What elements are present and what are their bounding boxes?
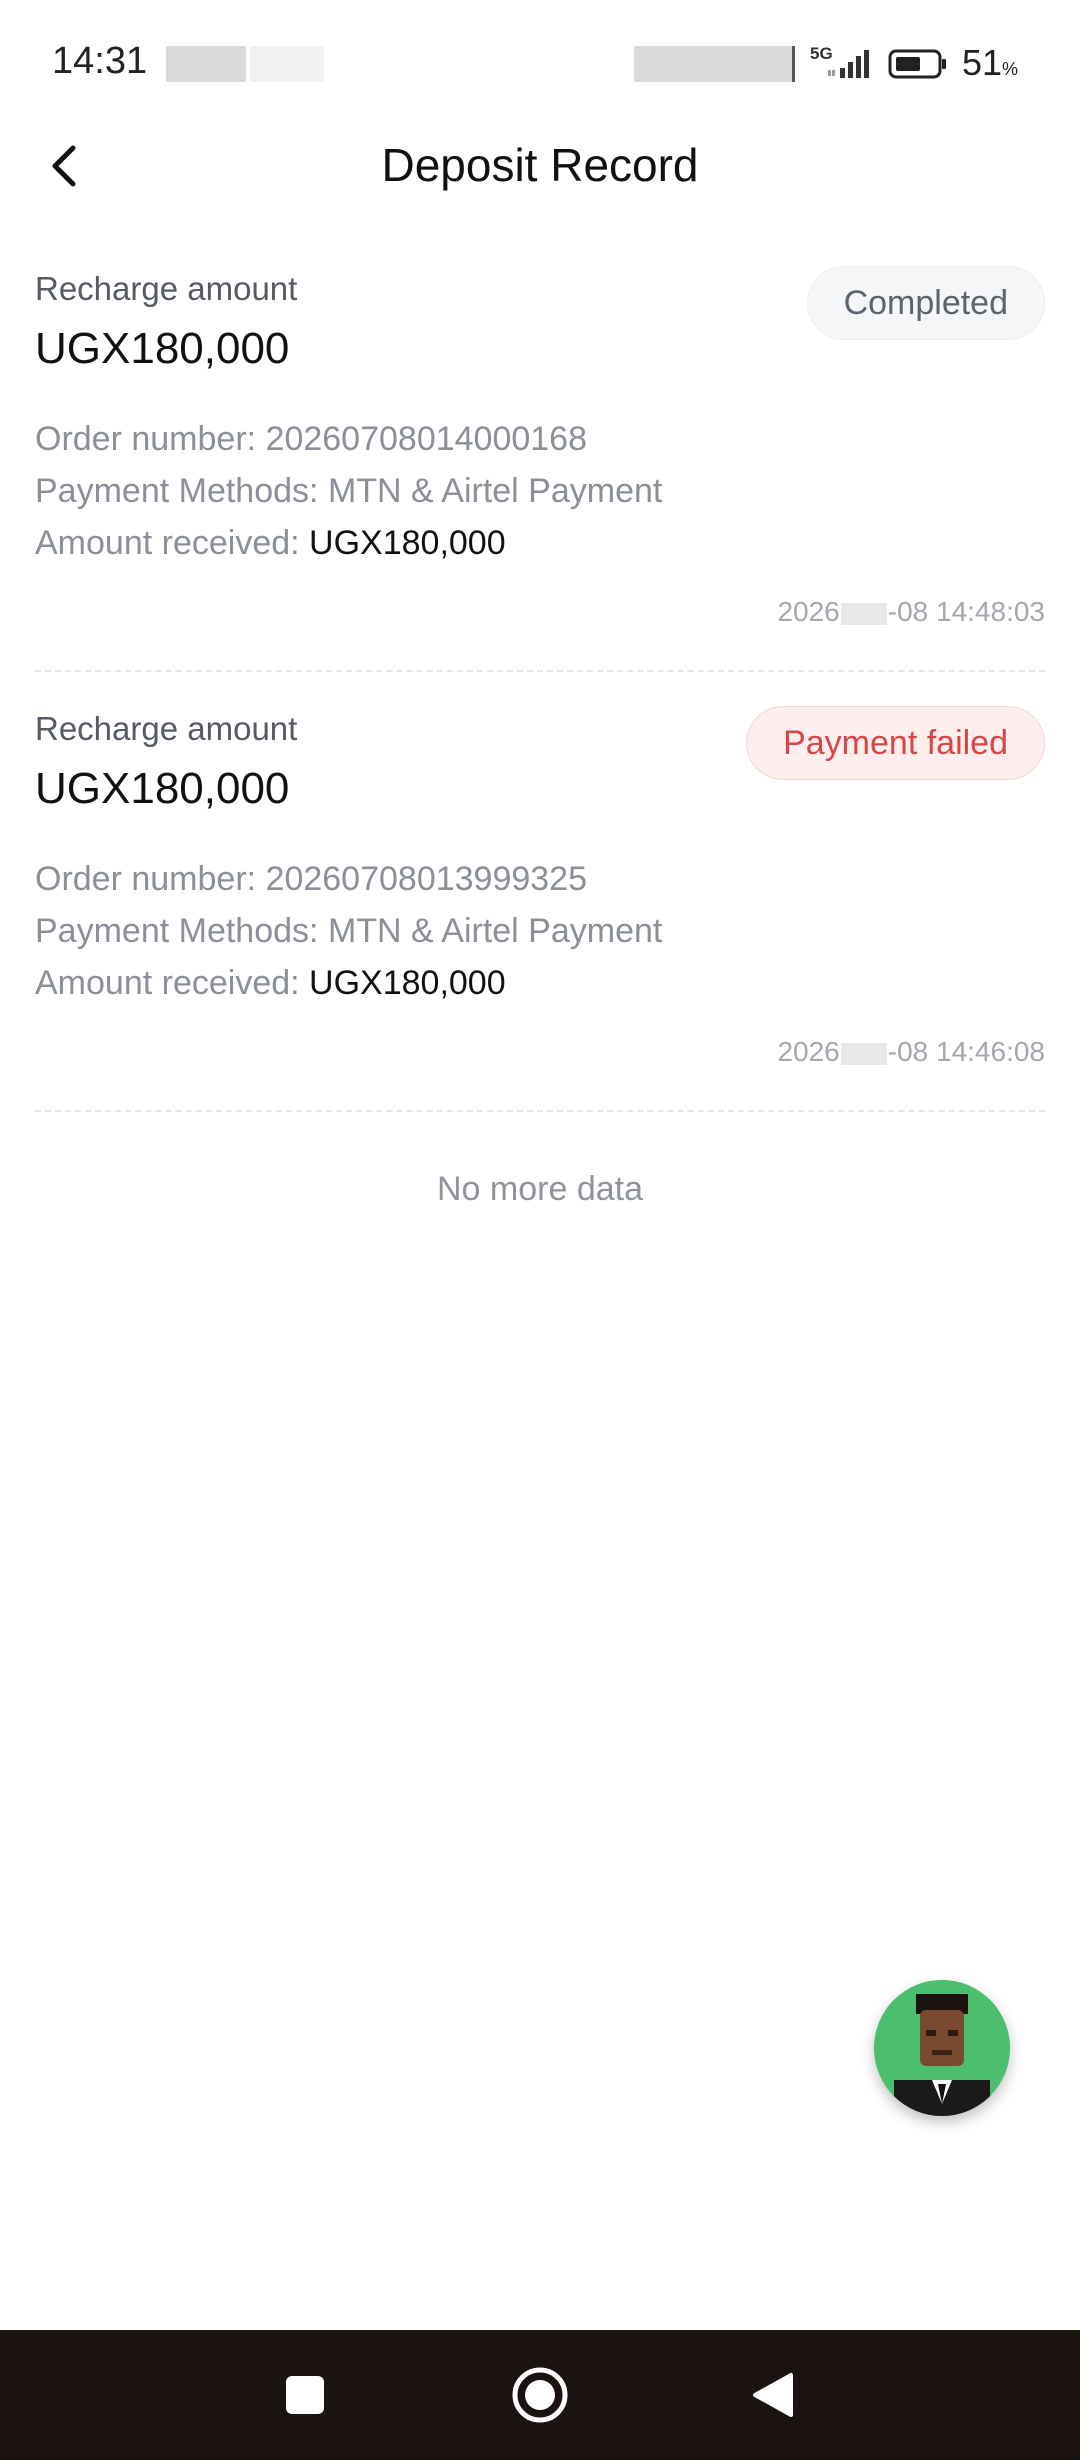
back-nav-button[interactable] — [738, 2360, 808, 2430]
order-number-label: Order number: — [35, 860, 257, 898]
home-button[interactable] — [505, 2360, 575, 2430]
recharge-amount-label: Recharge amount — [35, 270, 298, 307]
order-number-value: 20260708013999325 — [265, 860, 588, 898]
no-more-data-text: No more data — [437, 1170, 643, 1208]
record-divider — [35, 1110, 1045, 1112]
amount-received-label: Amount received: — [35, 524, 300, 562]
timestamp-year: 2026 — [777, 1036, 840, 1067]
amount-received-row: Amount received: UGX180,000 — [35, 524, 506, 563]
status-time: 14:31 — [52, 40, 148, 82]
timestamp-year: 2026 — [777, 596, 840, 627]
support-avatar-icon — [874, 1980, 1010, 2116]
redacted-area — [250, 46, 324, 82]
order-number-row: Order number: 20260708014000168 — [35, 420, 587, 459]
deposit-record[interactable]: Recharge amount UGX180,000 Payment faile… — [35, 706, 1045, 1070]
amount-received-label: Amount received: — [35, 964, 300, 1002]
amount-received-value: UGX180,000 — [309, 964, 506, 1002]
status-badge: Payment failed — [746, 706, 1045, 780]
page-title: Deposit Record — [381, 139, 699, 191]
recents-button[interactable] — [270, 2360, 340, 2430]
amount-received-row: Amount received: UGX180,000 — [35, 964, 506, 1003]
battery-percent: 51% — [962, 42, 1018, 84]
timestamp-rest: -08 14:48:03 — [887, 596, 1045, 627]
payment-method-label: Payment Methods: — [35, 472, 319, 510]
page-header: Deposit Record — [0, 120, 1080, 212]
recharge-amount-value: UGX180,000 — [35, 324, 290, 373]
status-separator — [792, 46, 795, 82]
record-timestamp: 2026 -08 14:48:03 — [777, 596, 1045, 628]
order-number-row: Order number: 20260708013999325 — [35, 860, 587, 899]
payment-method-row: Payment Methods: MTN & Airtel Payment — [35, 472, 662, 511]
status-bar: 14:31 5G 51% — [0, 0, 1080, 120]
order-number-label: Order number: — [35, 420, 257, 458]
system-nav-bar — [0, 2330, 1080, 2460]
redacted-area — [166, 46, 246, 82]
redacted-month — [840, 602, 887, 625]
redacted-area — [634, 46, 794, 82]
status-badge: Completed — [806, 266, 1045, 340]
battery-percent-unit: % — [1002, 59, 1019, 79]
signal-icon — [828, 50, 869, 78]
support-avatar-button[interactable] — [874, 1980, 1010, 2116]
battery-percent-value: 51 — [962, 42, 1003, 83]
deposit-record[interactable]: Recharge amount UGX180,000 Completed Ord… — [35, 266, 1045, 630]
record-timestamp: 2026 -08 14:46:08 — [777, 1036, 1045, 1068]
payment-method-value: MTN & Airtel Payment — [327, 472, 663, 510]
recharge-amount-value: UGX180,000 — [35, 764, 290, 813]
timestamp-rest: -08 14:46:08 — [887, 1036, 1045, 1067]
payment-method-row: Payment Methods: MTN & Airtel Payment — [35, 912, 662, 951]
recents-square-icon — [286, 2376, 324, 2414]
back-triangle-icon — [753, 2373, 793, 2417]
order-number-value: 20260708014000168 — [265, 420, 588, 458]
payment-method-label: Payment Methods: — [35, 912, 319, 950]
home-circle-icon — [512, 2367, 568, 2423]
recharge-amount-label: Recharge amount — [35, 710, 298, 747]
redacted-month — [840, 1042, 887, 1065]
battery-icon — [888, 49, 946, 79]
amount-received-value: UGX180,000 — [309, 524, 506, 562]
record-divider — [35, 670, 1045, 672]
payment-method-value: MTN & Airtel Payment — [327, 912, 663, 950]
